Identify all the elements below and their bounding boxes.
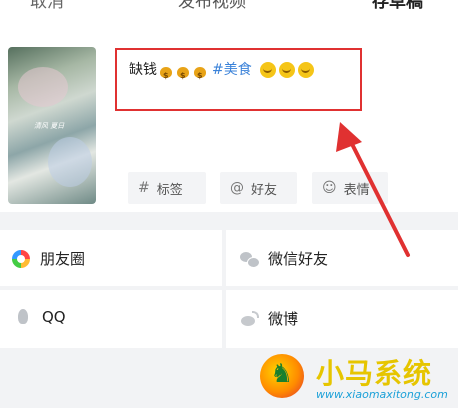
horse-logo-icon xyxy=(260,354,304,398)
top-bar: 取消 发布视频 存草稿 xyxy=(0,0,458,26)
video-thumbnail[interactable]: 清风 夏日 xyxy=(8,47,96,204)
description-text: 缺钱 xyxy=(129,62,157,78)
moments-icon xyxy=(12,249,30,268)
share-label: QQ xyxy=(42,308,66,326)
thumbnail-shape xyxy=(48,137,92,187)
smiley-emoji xyxy=(259,62,276,78)
smiley-icon: ☺ xyxy=(322,180,337,196)
at-icon: @ xyxy=(230,180,244,196)
share-wechat-button[interactable]: 微信好友 xyxy=(240,248,328,269)
share-qq-button[interactable]: QQ xyxy=(14,308,66,326)
wechat-icon xyxy=(240,250,260,268)
hashtag-icon: # xyxy=(138,180,150,196)
section-divider xyxy=(0,212,458,230)
tag-button[interactable]: # 标签 xyxy=(128,172,206,204)
smiley-emoji xyxy=(278,62,295,78)
column-divider xyxy=(222,230,226,348)
emoji-button[interactable]: ☺ 表情 xyxy=(312,172,388,204)
share-row: QQ 微博 xyxy=(0,290,458,348)
mention-friend-button[interactable]: @ 好友 xyxy=(220,172,297,204)
money-bag-emoji xyxy=(159,63,174,86)
smiley-emoji xyxy=(297,62,314,78)
weibo-icon xyxy=(240,310,259,328)
share-label: 微信好友 xyxy=(268,250,329,268)
thumbnail-shape xyxy=(18,67,68,107)
emoji-button-label: 表情 xyxy=(343,182,370,198)
cancel-button[interactable]: 取消 xyxy=(30,0,64,14)
tag-button-label: 标签 xyxy=(156,182,183,198)
money-bag-emoji xyxy=(176,63,191,86)
hashtag-link[interactable]: #美食 xyxy=(212,60,252,80)
share-label: 朋友圈 xyxy=(40,250,86,268)
share-weibo-button[interactable]: 微博 xyxy=(240,308,298,329)
description-content: 缺钱 #美食 xyxy=(129,60,314,86)
share-label: 微博 xyxy=(268,310,299,328)
watermark-url: www.xiaomaxitong.com xyxy=(316,388,448,401)
watermark: 小马系统 www.xiaomaxitong.com xyxy=(258,352,458,408)
money-bag-emoji xyxy=(193,63,208,86)
page-title: 发布视频 xyxy=(178,0,246,12)
save-draft-button[interactable]: 存草稿 xyxy=(372,0,423,14)
mention-friend-label: 好友 xyxy=(251,182,278,198)
share-moments-button[interactable]: 朋友圈 xyxy=(12,248,85,269)
thumbnail-caption: 清风 夏日 xyxy=(34,122,65,130)
watermark-title: 小马系统 xyxy=(316,357,433,390)
share-row: 朋友圈 微信好友 xyxy=(0,230,458,288)
qq-icon xyxy=(14,308,32,326)
description-input[interactable]: 缺钱 #美食 xyxy=(115,48,362,111)
